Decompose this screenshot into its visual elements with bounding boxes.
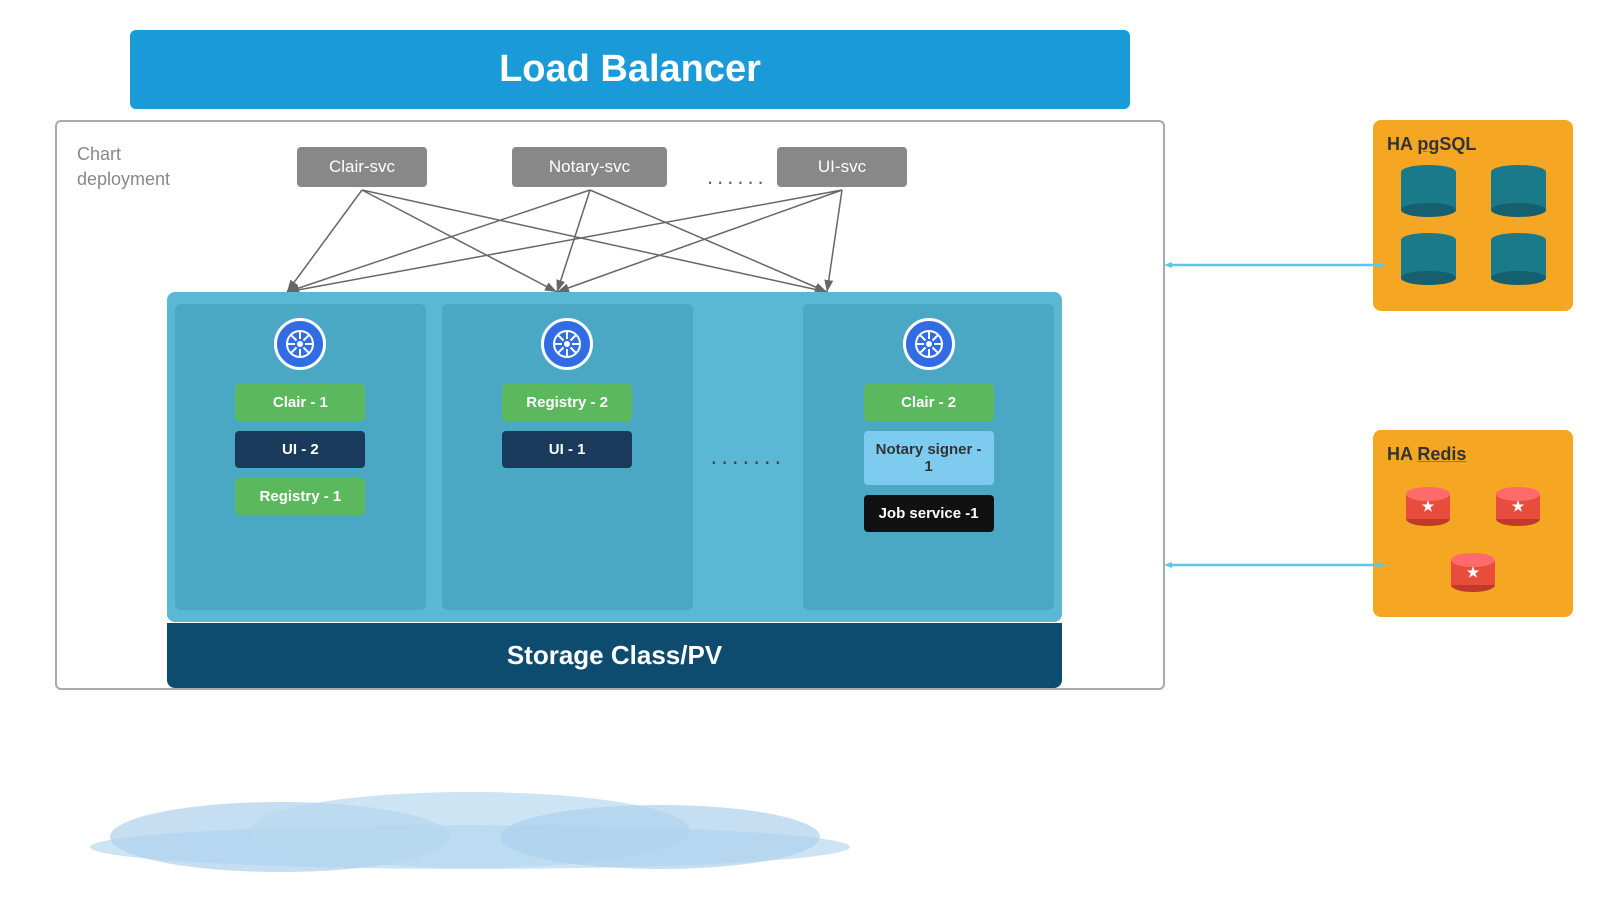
middle-dots: ....... xyxy=(701,292,796,622)
ui-1-pill: UI - 1 xyxy=(502,431,632,468)
registry-2-pill: Registry - 2 xyxy=(502,384,632,421)
cloud-shape xyxy=(80,792,860,872)
ui-svc-box: UI-svc xyxy=(777,147,907,187)
pod-col-1: Clair - 1 UI - 2 Registry - 1 xyxy=(175,304,426,610)
k8s-logo-3 xyxy=(903,318,955,370)
db-cylinder-2 xyxy=(1491,165,1546,225)
db-grid-pgsql xyxy=(1387,165,1559,293)
main-diagram-container: Chartdeployment Clair-svc Notary-svc xyxy=(55,120,1165,690)
k8s-logo-1 xyxy=(274,318,326,370)
ui-2-pill: UI - 2 xyxy=(235,431,365,468)
storage-bar-label: Storage Class/PV xyxy=(507,640,722,671)
clair-2-pill: Clair - 2 xyxy=(864,384,994,421)
pods-area: Clair - 1 UI - 2 Registry - 1 xyxy=(167,292,1062,622)
clair-1-pill: Clair - 1 xyxy=(235,384,365,421)
pod-col-3: Clair - 2 Notary signer - 1 Job service … xyxy=(803,304,1054,610)
ha-pgsql-title: HA pgSQL xyxy=(1387,134,1559,155)
load-balancer-banner: Load Balancer xyxy=(130,30,1130,109)
clair-svc-box: Clair-svc xyxy=(297,147,427,187)
k8s-logo-2 xyxy=(541,318,593,370)
ha-redis-title: HA Redis xyxy=(1387,444,1559,465)
ha-redis-box: HA Redis ★ ★ ★ xyxy=(1373,430,1573,617)
svg-text:★: ★ xyxy=(1467,564,1480,580)
load-balancer-label: Load Balancer xyxy=(499,48,761,90)
job-service-1-pill: Job service -1 xyxy=(864,495,994,532)
notary-signer-1-pill: Notary signer - 1 xyxy=(864,431,994,485)
svg-text:★: ★ xyxy=(1512,498,1525,514)
notary-svc-box: Notary-svc xyxy=(512,147,667,187)
db-cylinder-3 xyxy=(1401,233,1456,293)
redis-grid: ★ ★ ★ xyxy=(1387,475,1559,599)
storage-bar: Storage Class/PV xyxy=(167,623,1062,688)
redis-icon-1: ★ xyxy=(1399,475,1457,533)
db-cylinder-4 xyxy=(1491,233,1546,293)
chart-deployment-label: Chartdeployment xyxy=(77,142,170,192)
redis-icon-2: ★ xyxy=(1489,475,1547,533)
svg-text:★: ★ xyxy=(1422,498,1435,514)
db-cylinder-1 xyxy=(1401,165,1456,225)
registry-1-pill: Registry - 1 xyxy=(235,478,365,515)
pod-col-2: Registry - 2 UI - 1 xyxy=(442,304,693,610)
redis-icon-3: ★ xyxy=(1444,541,1502,599)
ha-pgsql-box: HA pgSQL xyxy=(1373,120,1573,311)
svc-dots-top: ...... xyxy=(707,164,768,190)
